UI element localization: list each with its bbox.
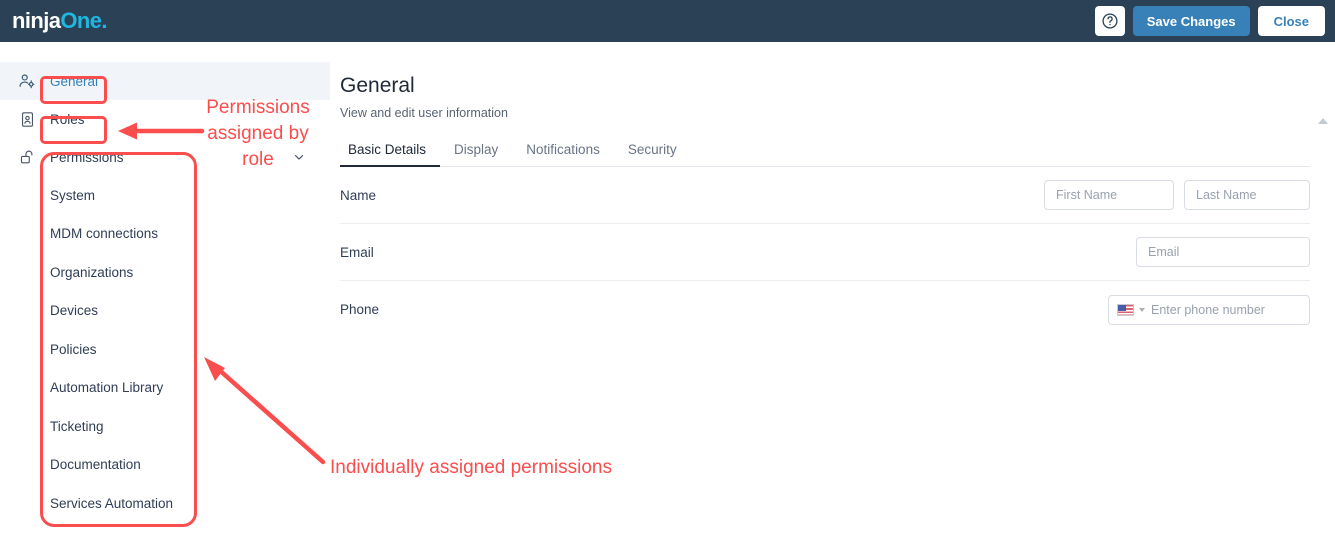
email-input[interactable] bbox=[1136, 237, 1310, 267]
save-changes-button[interactable]: Save Changes bbox=[1132, 6, 1250, 36]
sidebar-item-roles-label: Roles bbox=[50, 111, 85, 127]
list-item[interactable]: Documentation bbox=[0, 446, 330, 485]
tab-bar: Basic Details Display Notifications Secu… bbox=[340, 142, 1310, 167]
email-label: Email bbox=[340, 244, 374, 260]
scroll-up-arrow-icon[interactable] bbox=[1318, 118, 1328, 124]
chevron-down-icon[interactable] bbox=[292, 150, 306, 164]
tab-notifications[interactable]: Notifications bbox=[512, 142, 614, 166]
tab-display[interactable]: Display bbox=[440, 142, 512, 166]
list-item[interactable]: MDM connections bbox=[0, 215, 330, 254]
list-item[interactable]: Organizations bbox=[0, 253, 330, 292]
ninjaone-logo: ninja One. bbox=[12, 8, 107, 34]
close-button[interactable]: Close bbox=[1257, 6, 1325, 36]
page-subtitle: View and edit user information bbox=[340, 106, 508, 120]
sidebar: General Roles Permissions System MDM con… bbox=[0, 42, 330, 533]
permissions-item-label: MDM connections bbox=[50, 226, 159, 242]
form-row-name: Name bbox=[340, 167, 1310, 224]
top-bar-actions: Save Changes Close bbox=[1094, 0, 1325, 42]
first-name-input[interactable] bbox=[1044, 180, 1174, 210]
user-settings-icon bbox=[16, 70, 38, 92]
basic-details-form: Name Email Phone Enter phone number bbox=[340, 167, 1335, 338]
list-item[interactable]: Services Automation bbox=[0, 484, 330, 523]
id-badge-icon bbox=[16, 108, 38, 130]
last-name-input[interactable] bbox=[1184, 180, 1310, 210]
permissions-item-label: Ticketing bbox=[50, 418, 104, 434]
logo-dot: . bbox=[101, 8, 107, 33]
sidebar-item-roles[interactable]: Roles bbox=[0, 100, 330, 138]
phone-input[interactable]: Enter phone number bbox=[1108, 294, 1310, 325]
logo-text-one: One bbox=[60, 8, 102, 33]
permissions-item-label: Devices bbox=[50, 303, 99, 319]
page-title: General bbox=[340, 74, 415, 97]
form-row-email: Email bbox=[340, 224, 1310, 281]
question-circle-icon bbox=[1101, 12, 1119, 30]
list-item[interactable]: System bbox=[0, 176, 330, 215]
tab-basic-details[interactable]: Basic Details bbox=[340, 142, 441, 167]
sidebar-item-permissions-label: Permissions bbox=[50, 149, 124, 165]
phone-label: Phone bbox=[340, 302, 380, 317]
permissions-item-label: Documentation bbox=[50, 457, 141, 473]
caret-down-icon[interactable] bbox=[1139, 307, 1145, 312]
logo-text-ninja: ninja bbox=[12, 8, 61, 33]
open-padlock-icon bbox=[16, 146, 38, 168]
permissions-item-label: Policies bbox=[50, 341, 97, 357]
permissions-sublist: System MDM connections Organizations Dev… bbox=[0, 176, 330, 523]
list-item[interactable]: Ticketing bbox=[0, 407, 330, 446]
sidebar-item-general-label: General bbox=[50, 73, 99, 89]
permissions-item-label: Services Automation bbox=[50, 495, 174, 511]
sidebar-item-general[interactable]: General bbox=[0, 62, 330, 100]
phone-placeholder: Enter phone number bbox=[1151, 302, 1265, 317]
sidebar-item-permissions[interactable]: Permissions bbox=[0, 138, 330, 176]
list-item[interactable]: Policies bbox=[0, 330, 330, 369]
form-row-phone: Phone Enter phone number bbox=[340, 281, 1310, 338]
us-flag-icon bbox=[1117, 303, 1134, 316]
help-button[interactable] bbox=[1094, 6, 1125, 36]
permissions-item-label: System bbox=[50, 187, 96, 203]
permissions-item-label: Organizations bbox=[50, 264, 134, 280]
permissions-item-label: Automation Library bbox=[50, 380, 164, 396]
list-item[interactable]: Devices bbox=[0, 292, 330, 331]
name-label: Name bbox=[340, 187, 377, 203]
main-content: General View and edit user information B… bbox=[340, 42, 1335, 533]
name-fields bbox=[1044, 180, 1310, 210]
tab-security[interactable]: Security bbox=[614, 142, 691, 166]
top-bar: ninja One. Save Changes Close bbox=[0, 0, 1335, 42]
list-item[interactable]: Automation Library bbox=[0, 369, 330, 408]
app-root: ninja One. Save Changes Close General Ro… bbox=[0, 0, 1335, 533]
